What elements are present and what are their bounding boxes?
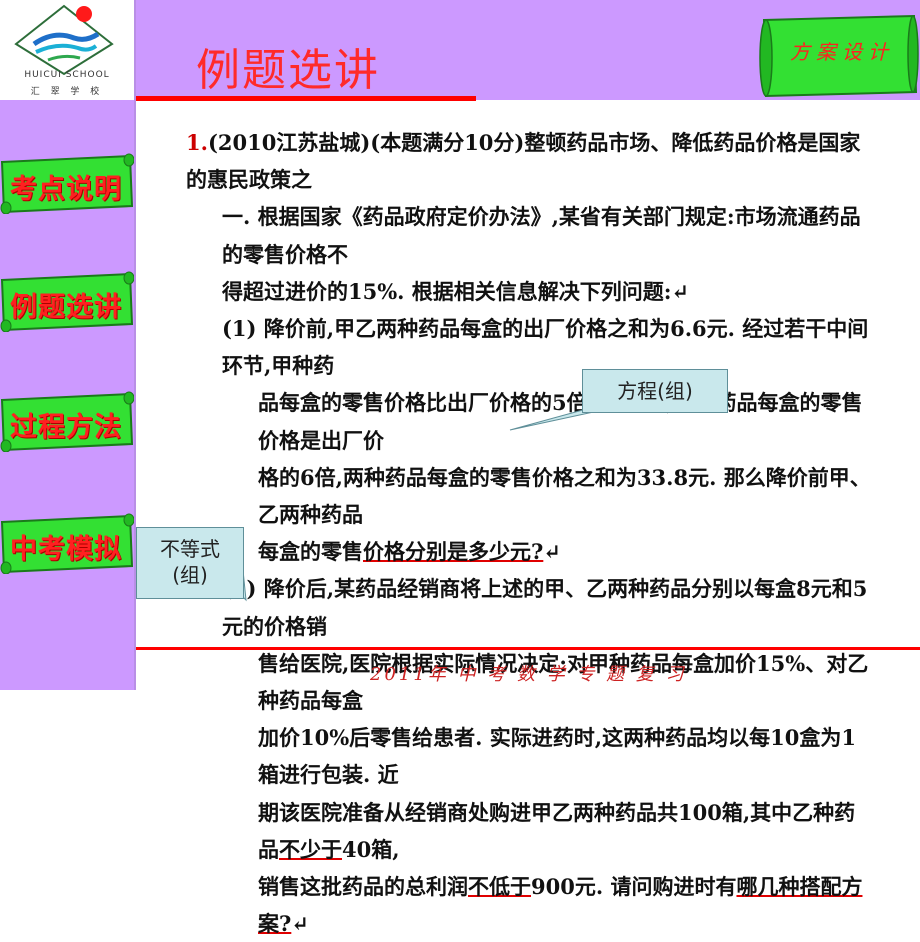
sidebar-item-label: 过程方法 — [10, 412, 122, 443]
text-span: 销售这批药品的总利润 — [258, 874, 468, 900]
page-title: 例题选讲 — [196, 45, 380, 96]
footer-text: 2011年 中 考 数 学 专 题 复 习 — [370, 664, 687, 685]
sidebar — [0, 0, 134, 690]
underlined-phrase: 价格分别是多少元? — [363, 539, 544, 565]
callout-inequality-line1: 不等式 — [160, 537, 220, 561]
school-logo-icon — [14, 4, 114, 76]
text-span: ↵ — [543, 539, 561, 565]
problem-text: 1.(2010江苏盐城)(本题满分10分)整顿药品市场、降低药品价格是国家的惠民… — [186, 124, 876, 942]
problem-intro-line: 一. 根据国家《药品政府定价办法》,某省有关部门规定:市场流通药品的零售价格不 — [222, 204, 861, 267]
problem-intro-line: 1.(2010江苏盐城)(本题满分10分)整顿药品市场、降低药品价格是国家的惠民… — [186, 124, 876, 198]
underlined-phrase: 不低于 — [468, 874, 531, 900]
callout-equation: 方程(组) — [582, 369, 728, 413]
part2-line: 加价10%后零售给患者. 实际进药时,这两种药品均以每10盒为1箱进行包装. 近 — [258, 725, 856, 788]
school-name-cn: 汇 翠 学 校 — [30, 87, 104, 97]
plan-label: 方案设计 — [790, 40, 894, 64]
sidebar-item-label: 中考模拟 — [10, 534, 122, 565]
callout-inequality: 不等式 (组) — [136, 527, 244, 599]
problem-number: 1. — [186, 130, 208, 155]
text-span: ↵ — [291, 911, 309, 937]
sidebar-item-label: 例题选讲 — [10, 292, 122, 323]
part1-line: 每盒的零售价格分别是多少元?↵ — [186, 533, 876, 570]
callout-equation-text: 方程(组) — [617, 379, 693, 403]
part1-line: (1) 降价前,甲乙两种药品每盒的出厂价格之和为6.6元. 经过若干中间环节,甲… — [222, 316, 869, 379]
callout-inequality-line2: (组) — [172, 563, 208, 587]
text-span: 每盒的零售 — [258, 539, 363, 565]
problem-intro-line: 得超过进价的15%. 根据相关信息解决下列问题:↵ — [222, 278, 690, 304]
text-span: 900元. 请问购进时有 — [531, 874, 737, 900]
part1-line: 格的6倍,两种药品每盒的零售价格之和为33.8元. 那么降价前甲、乙两种药品 — [258, 464, 871, 528]
part2-line: 销售这批药品的总利润不低于900元. 请问购进时有哪几种搭配方案?↵ — [186, 868, 876, 942]
sidebar-item-examples[interactable]: 例题选讲 — [0, 270, 134, 332]
sidebar-item-label: 考点说明 — [10, 174, 122, 205]
sidebar-item-exam-points[interactable]: 考点说明 — [0, 152, 134, 214]
part2-line: (2) 降价后,某药品经销商将上述的甲、乙两种药品分别以每盒8元和5元的价格销 — [222, 576, 868, 639]
school-logo: HUICUI SCHOOL 汇 翠 学 校 — [0, 0, 134, 100]
underlined-phrase: 不少于 — [279, 836, 342, 862]
sidebar-item-mock-exam[interactable]: 中考模拟 — [0, 512, 134, 574]
problem-intro-text: (2010江苏盐城)(本题满分10分)整顿药品市场、降低药品价格是国家的惠民政策… — [186, 130, 861, 193]
part2-line: 期该医院准备从经销商处购进甲乙两种药品共100箱,其中乙种药品不少于40箱, — [186, 794, 876, 868]
part1-line: 品每盒的零售价格比出厂价格的5倍少2.2元,乙种药品每盒的零售价格是出厂价 — [258, 390, 863, 453]
footer-divider — [136, 647, 920, 650]
text-span: 40箱, — [342, 836, 400, 862]
sidebar-item-process[interactable]: 过程方法 — [0, 390, 134, 452]
school-name-en: HUICUI SCHOOL — [24, 70, 110, 80]
